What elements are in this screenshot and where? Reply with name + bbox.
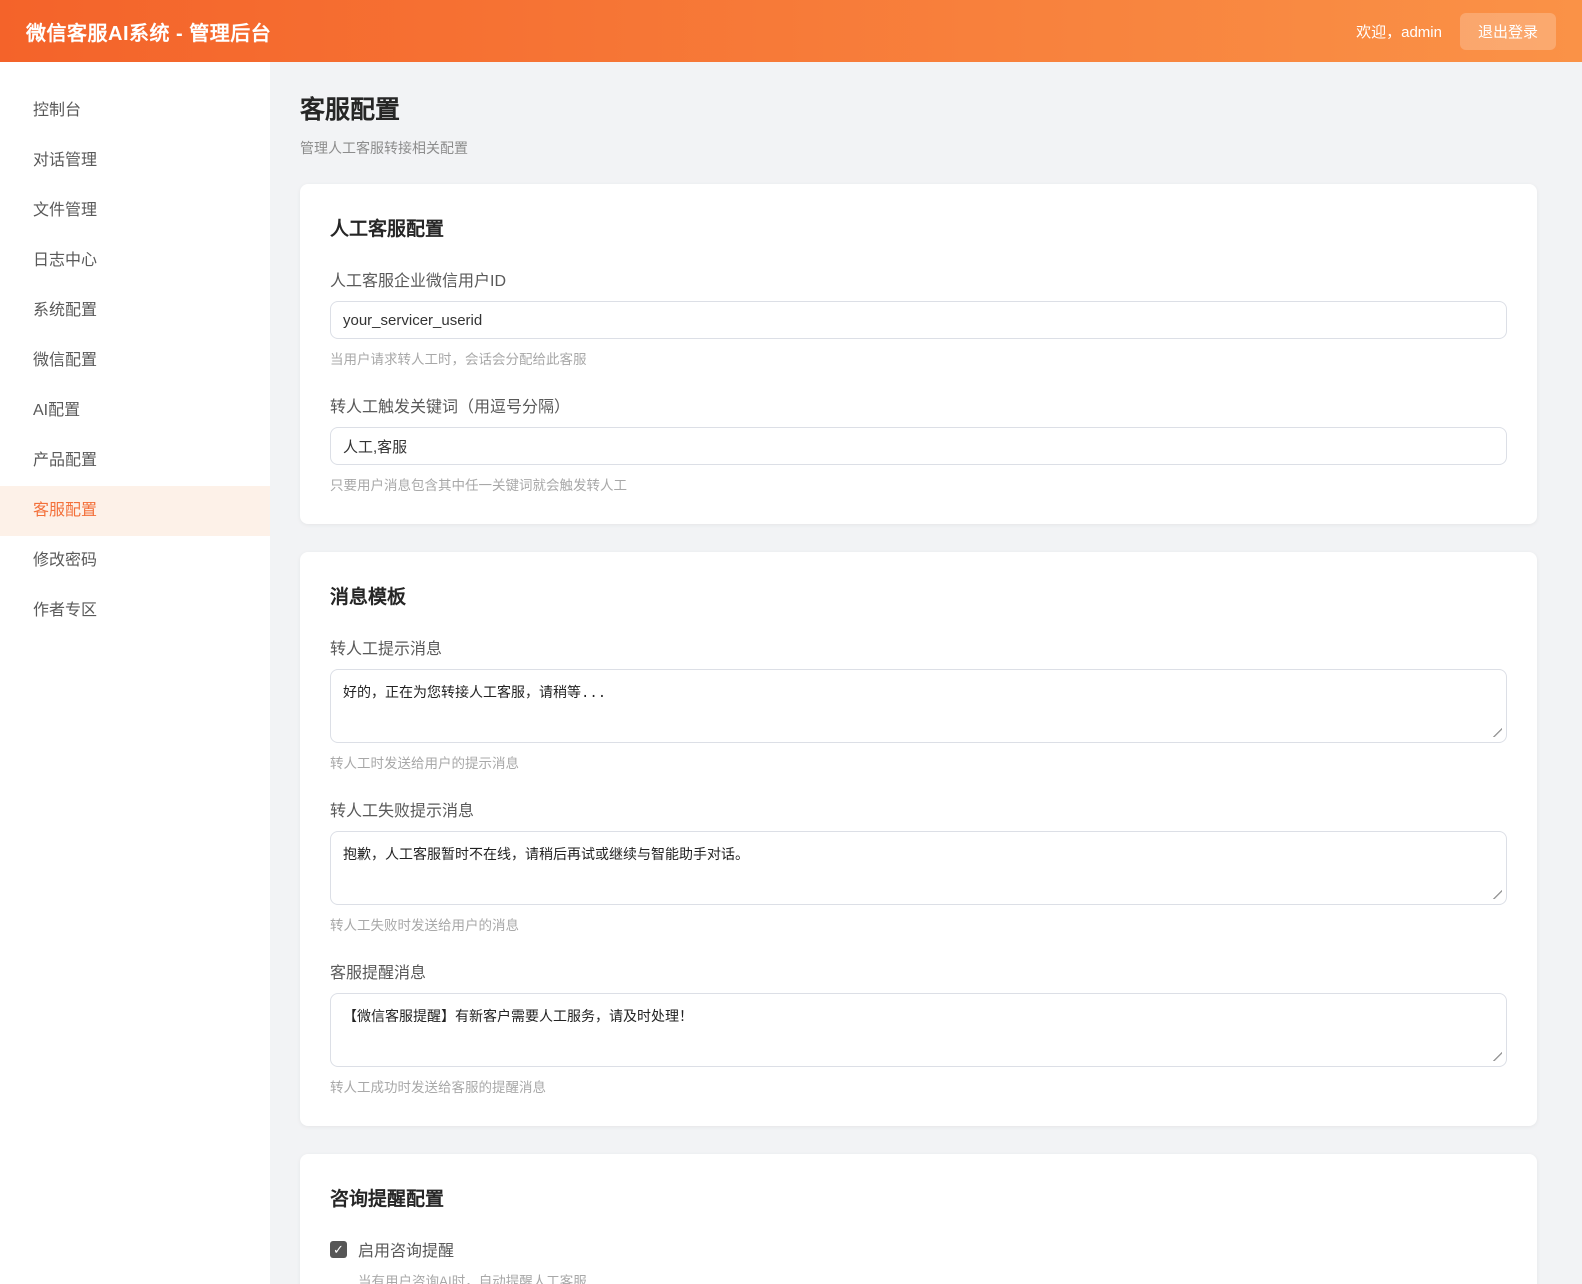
servicer-notify-message-help: 转人工成功时发送给客服的提醒消息 [330,1076,1507,1096]
sidebar-item-system-config[interactable]: 系统配置 [0,286,270,336]
sidebar-item-change-password[interactable]: 修改密码 [0,536,270,586]
enable-reminder-help: 当有用户咨询AI时，自动提醒人工客服 [358,1270,1507,1284]
servicer-notify-message-textarea[interactable]: 【微信客服提醒】有新客户需要人工服务，请及时处理！ [330,993,1507,1067]
sidebar-item-dashboard[interactable]: 控制台 [0,86,270,136]
transfer-message-textarea[interactable]: 好的，正在为您转接人工客服，请稍等... [330,669,1507,743]
transfer-message-textarea-wrap: 好的，正在为您转接人工客服，请稍等... [330,669,1507,743]
enable-reminder-row[interactable]: 启用咨询提醒 [330,1237,1507,1261]
servicer-userid-help: 当用户请求转人工时，会话会分配给此客服 [330,348,1507,368]
logout-button[interactable]: 退出登录 [1460,13,1556,50]
servicer-userid-input[interactable] [330,301,1507,339]
card-title-service-config: 人工客服配置 [330,214,1507,241]
form-group-servicer-userid: 人工客服企业微信用户ID 当用户请求转人工时，会话会分配给此客服 [330,267,1507,368]
card-service-config: 人工客服配置 人工客服企业微信用户ID 当用户请求转人工时，会话会分配给此客服 … [300,184,1537,524]
sidebar-nav: 控制台 对话管理 文件管理 日志中心 系统配置 微信配置 AI配置 产品配置 客… [0,62,270,1284]
transfer-message-label: 转人工提示消息 [330,635,1507,659]
sidebar-item-service-config[interactable]: 客服配置 [0,486,270,536]
servicer-userid-label: 人工客服企业微信用户ID [330,267,1507,291]
form-group-servicer-notify-message: 客服提醒消息 【微信客服提醒】有新客户需要人工服务，请及时处理！ 转人工成功时发… [330,959,1507,1096]
header-right-group: 欢迎，admin 退出登录 [1356,13,1556,50]
welcome-text: 欢迎，admin [1356,21,1442,42]
sidebar-item-conversations[interactable]: 对话管理 [0,136,270,186]
sidebar-item-wechat-config[interactable]: 微信配置 [0,336,270,386]
sidebar-item-logs[interactable]: 日志中心 [0,236,270,286]
main-content: 客服配置 管理人工客服转接相关配置 人工客服配置 人工客服企业微信用户ID 当用… [270,62,1582,1284]
servicer-notify-message-label: 客服提醒消息 [330,959,1507,983]
top-header-bar: 微信客服AI系统 - 管理后台 欢迎，admin 退出登录 [0,0,1582,62]
sidebar-item-ai-config[interactable]: AI配置 [0,386,270,436]
card-consult-reminder-config: 咨询提醒配置 启用咨询提醒 当有用户咨询AI时，自动提醒人工客服 [300,1154,1537,1284]
trigger-keywords-label: 转人工触发关键词（用逗号分隔） [330,393,1507,417]
page-subtitle: 管理人工客服转接相关配置 [300,138,1537,158]
trigger-keywords-help: 只要用户消息包含其中任一关键词就会触发转人工 [330,474,1507,494]
sidebar-item-author-zone[interactable]: 作者专区 [0,586,270,636]
card-title-message-templates: 消息模板 [330,582,1507,609]
transfer-fail-message-textarea-wrap: 抱歉，人工客服暂时不在线，请稍后再试或继续与智能助手对话。 [330,831,1507,905]
form-group-transfer-message: 转人工提示消息 好的，正在为您转接人工客服，请稍等... 转人工时发送给用户的提… [330,635,1507,772]
app-body: 控制台 对话管理 文件管理 日志中心 系统配置 微信配置 AI配置 产品配置 客… [0,62,1582,1284]
transfer-fail-message-textarea[interactable]: 抱歉，人工客服暂时不在线，请稍后再试或继续与智能助手对话。 [330,831,1507,905]
enable-reminder-checkbox[interactable] [330,1241,347,1258]
card-title-consult-reminder: 咨询提醒配置 [330,1184,1507,1211]
form-group-transfer-fail-message: 转人工失败提示消息 抱歉，人工客服暂时不在线，请稍后再试或继续与智能助手对话。 … [330,797,1507,934]
card-message-templates: 消息模板 转人工提示消息 好的，正在为您转接人工客服，请稍等... 转人工时发送… [300,552,1537,1126]
enable-reminder-label: 启用咨询提醒 [358,1237,454,1261]
page-title: 客服配置 [300,90,1537,126]
transfer-fail-message-label: 转人工失败提示消息 [330,797,1507,821]
transfer-message-help: 转人工时发送给用户的提示消息 [330,752,1507,772]
transfer-fail-message-help: 转人工失败时发送给用户的消息 [330,914,1507,934]
sidebar-item-files[interactable]: 文件管理 [0,186,270,236]
sidebar-item-product-config[interactable]: 产品配置 [0,436,270,486]
servicer-notify-message-textarea-wrap: 【微信客服提醒】有新客户需要人工服务，请及时处理！ [330,993,1507,1067]
app-title: 微信客服AI系统 - 管理后台 [26,17,271,46]
form-group-trigger-keywords: 转人工触发关键词（用逗号分隔） 只要用户消息包含其中任一关键词就会触发转人工 [330,393,1507,494]
trigger-keywords-input[interactable] [330,427,1507,465]
